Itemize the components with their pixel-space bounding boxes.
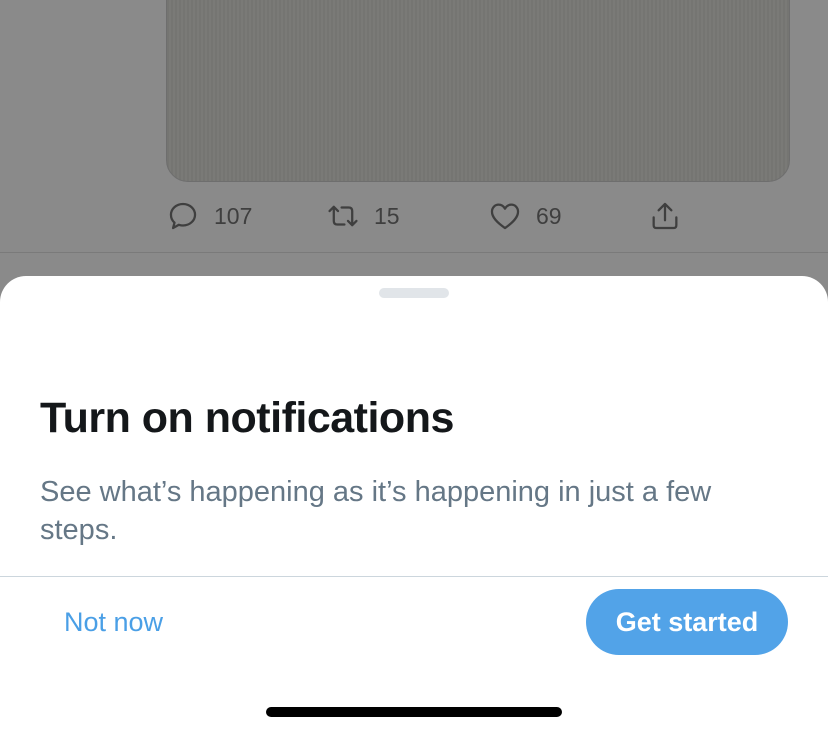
share-icon [652,202,678,230]
tweet-media-preview[interactable] [166,0,790,182]
not-now-button[interactable]: Not now [44,592,183,652]
sheet-grabber-handle[interactable] [379,288,449,298]
tweet-actions: 107 15 69 [0,196,828,236]
reply-button[interactable]: 107 [166,196,252,236]
share-button[interactable] [648,196,682,236]
like-icon [490,203,520,230]
retweet-button[interactable]: 15 [326,196,400,236]
get-started-button[interactable]: Get started [586,589,788,655]
sheet-description: See what’s happening as it’s happening i… [40,476,712,546]
like-count: 69 [536,202,562,229]
sheet-divider [0,576,828,577]
notifications-bottom-sheet: Turn on notifications See what’s happeni… [0,276,828,733]
retweet-icon [328,205,358,227]
reply-icon [169,202,197,230]
reply-count: 107 [214,202,253,229]
tweet-divider [0,252,828,253]
sheet-title: Turn on notifications [40,394,454,442]
retweet-count: 15 [374,202,400,229]
like-button[interactable]: 69 [488,196,562,236]
home-indicator[interactable] [266,707,562,717]
